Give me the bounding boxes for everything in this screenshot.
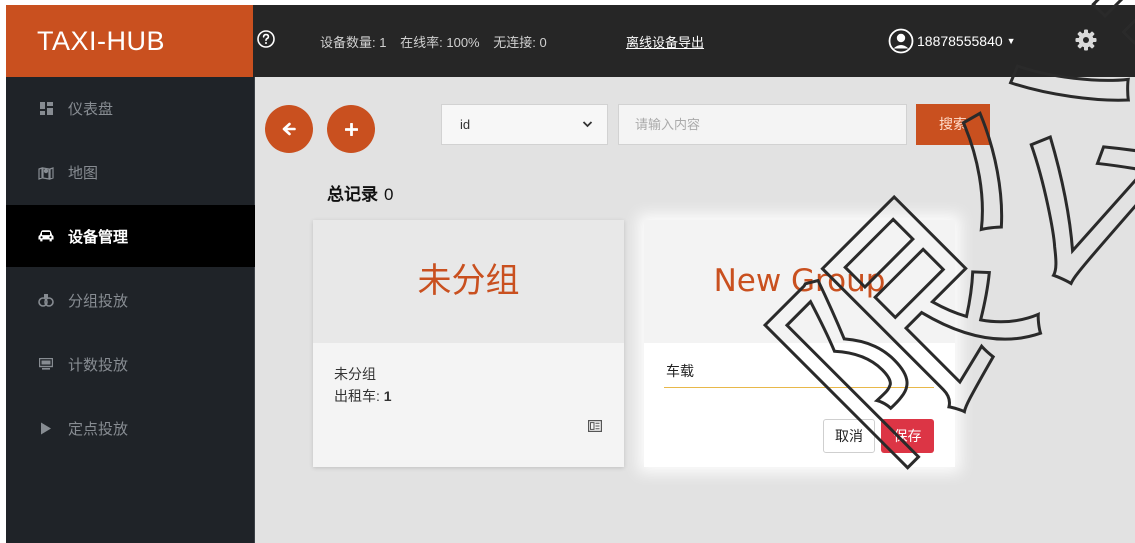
map-pin-icon	[38, 164, 54, 180]
sidebar: 仪表盘 地图 设备管理 分组投放 计数投放 定点投放	[6, 77, 255, 543]
sidebar-item-label: 计数投放	[68, 356, 129, 374]
sidebar-item-device-management[interactable]: 设备管理	[6, 205, 255, 267]
search-field-select[interactable]: id	[441, 104, 608, 145]
group-card[interactable]: 未分组 未分组 出租车: 1	[313, 220, 624, 467]
brand-logo[interactable]: TAXI-HUB	[6, 5, 253, 77]
add-group-button[interactable]	[327, 105, 375, 153]
group-name: 未分组	[334, 366, 376, 382]
new-group-title: New Group	[644, 220, 955, 343]
play-icon	[38, 420, 54, 436]
group-icon	[38, 292, 54, 308]
total-records-label: 总记录	[327, 185, 378, 204]
plus-icon	[344, 122, 358, 136]
group-card-title: 未分组	[313, 220, 624, 343]
user-circle-icon	[888, 28, 914, 54]
group-name-input[interactable]: 车载	[664, 361, 934, 388]
car-icon	[38, 228, 54, 244]
sidebar-item-label: 地图	[68, 164, 99, 182]
user-menu[interactable]: 18878555840 ▼	[888, 27, 1016, 55]
sidebar-item-label: 定点投放	[68, 420, 129, 438]
sidebar-item-dashboard[interactable]: 仪表盘	[6, 77, 255, 139]
help-circle-icon[interactable]	[256, 29, 276, 49]
group-device-count: 出租车: 1	[334, 388, 392, 404]
cancel-button[interactable]: 取消	[823, 419, 875, 453]
stat-device-count: 设备数量: 1	[320, 35, 387, 50]
sidebar-item-count-delivery[interactable]: 计数投放	[6, 333, 255, 395]
device-list-icon[interactable]	[588, 420, 602, 432]
new-group-card: New Group 车载 取消 保存	[644, 220, 955, 467]
app-window: TAXI-HUB 设备数量: 1 在线率: 100% 无连接: 0 离线设备导出…	[6, 5, 1135, 543]
arrow-left-icon	[282, 122, 296, 136]
select-value: id	[460, 117, 471, 132]
main-content: id 请输入内容 搜索 总记录 0 未分组 未分组 出租车: 1 New Grou…	[255, 77, 1135, 543]
search-placeholder: 请输入内容	[635, 117, 701, 132]
counter-icon	[38, 356, 54, 372]
stat-online-rate: 在线率: 100%	[400, 35, 480, 50]
caret-down-icon: ▼	[1006, 36, 1016, 46]
back-button[interactable]	[265, 105, 313, 153]
export-offline-devices-link[interactable]: 离线设备导出	[626, 32, 704, 51]
sidebar-item-label: 仪表盘	[68, 100, 114, 118]
sidebar-item-map[interactable]: 地图	[6, 141, 255, 203]
sidebar-item-fixed-point-delivery[interactable]: 定点投放	[6, 397, 255, 459]
sidebar-item-label: 设备管理	[68, 228, 129, 246]
search-input[interactable]: 请输入内容	[618, 104, 907, 145]
sidebar-item-group-delivery[interactable]: 分组投放	[6, 269, 255, 331]
total-records-count: 0	[384, 185, 394, 204]
save-button[interactable]: 保存	[881, 419, 934, 453]
sidebar-item-label: 分组投放	[68, 292, 129, 310]
device-stats: 设备数量: 1 在线率: 100% 无连接: 0	[320, 32, 557, 51]
chevron-down-icon	[582, 121, 593, 128]
gear-icon[interactable]	[1074, 28, 1098, 52]
new-group-body: 车载 取消 保存	[644, 343, 955, 467]
stat-disconnected: 无连接: 0	[493, 35, 547, 50]
group-card-body: 未分组 出租车: 1	[313, 343, 624, 467]
dashboard-icon	[38, 100, 54, 116]
search-button[interactable]: 搜索	[916, 104, 990, 145]
user-phone: 18878555840	[917, 33, 1003, 49]
top-bar: TAXI-HUB 设备数量: 1 在线率: 100% 无连接: 0 离线设备导出…	[6, 5, 1135, 77]
total-records: 总记录 0	[327, 180, 393, 205]
